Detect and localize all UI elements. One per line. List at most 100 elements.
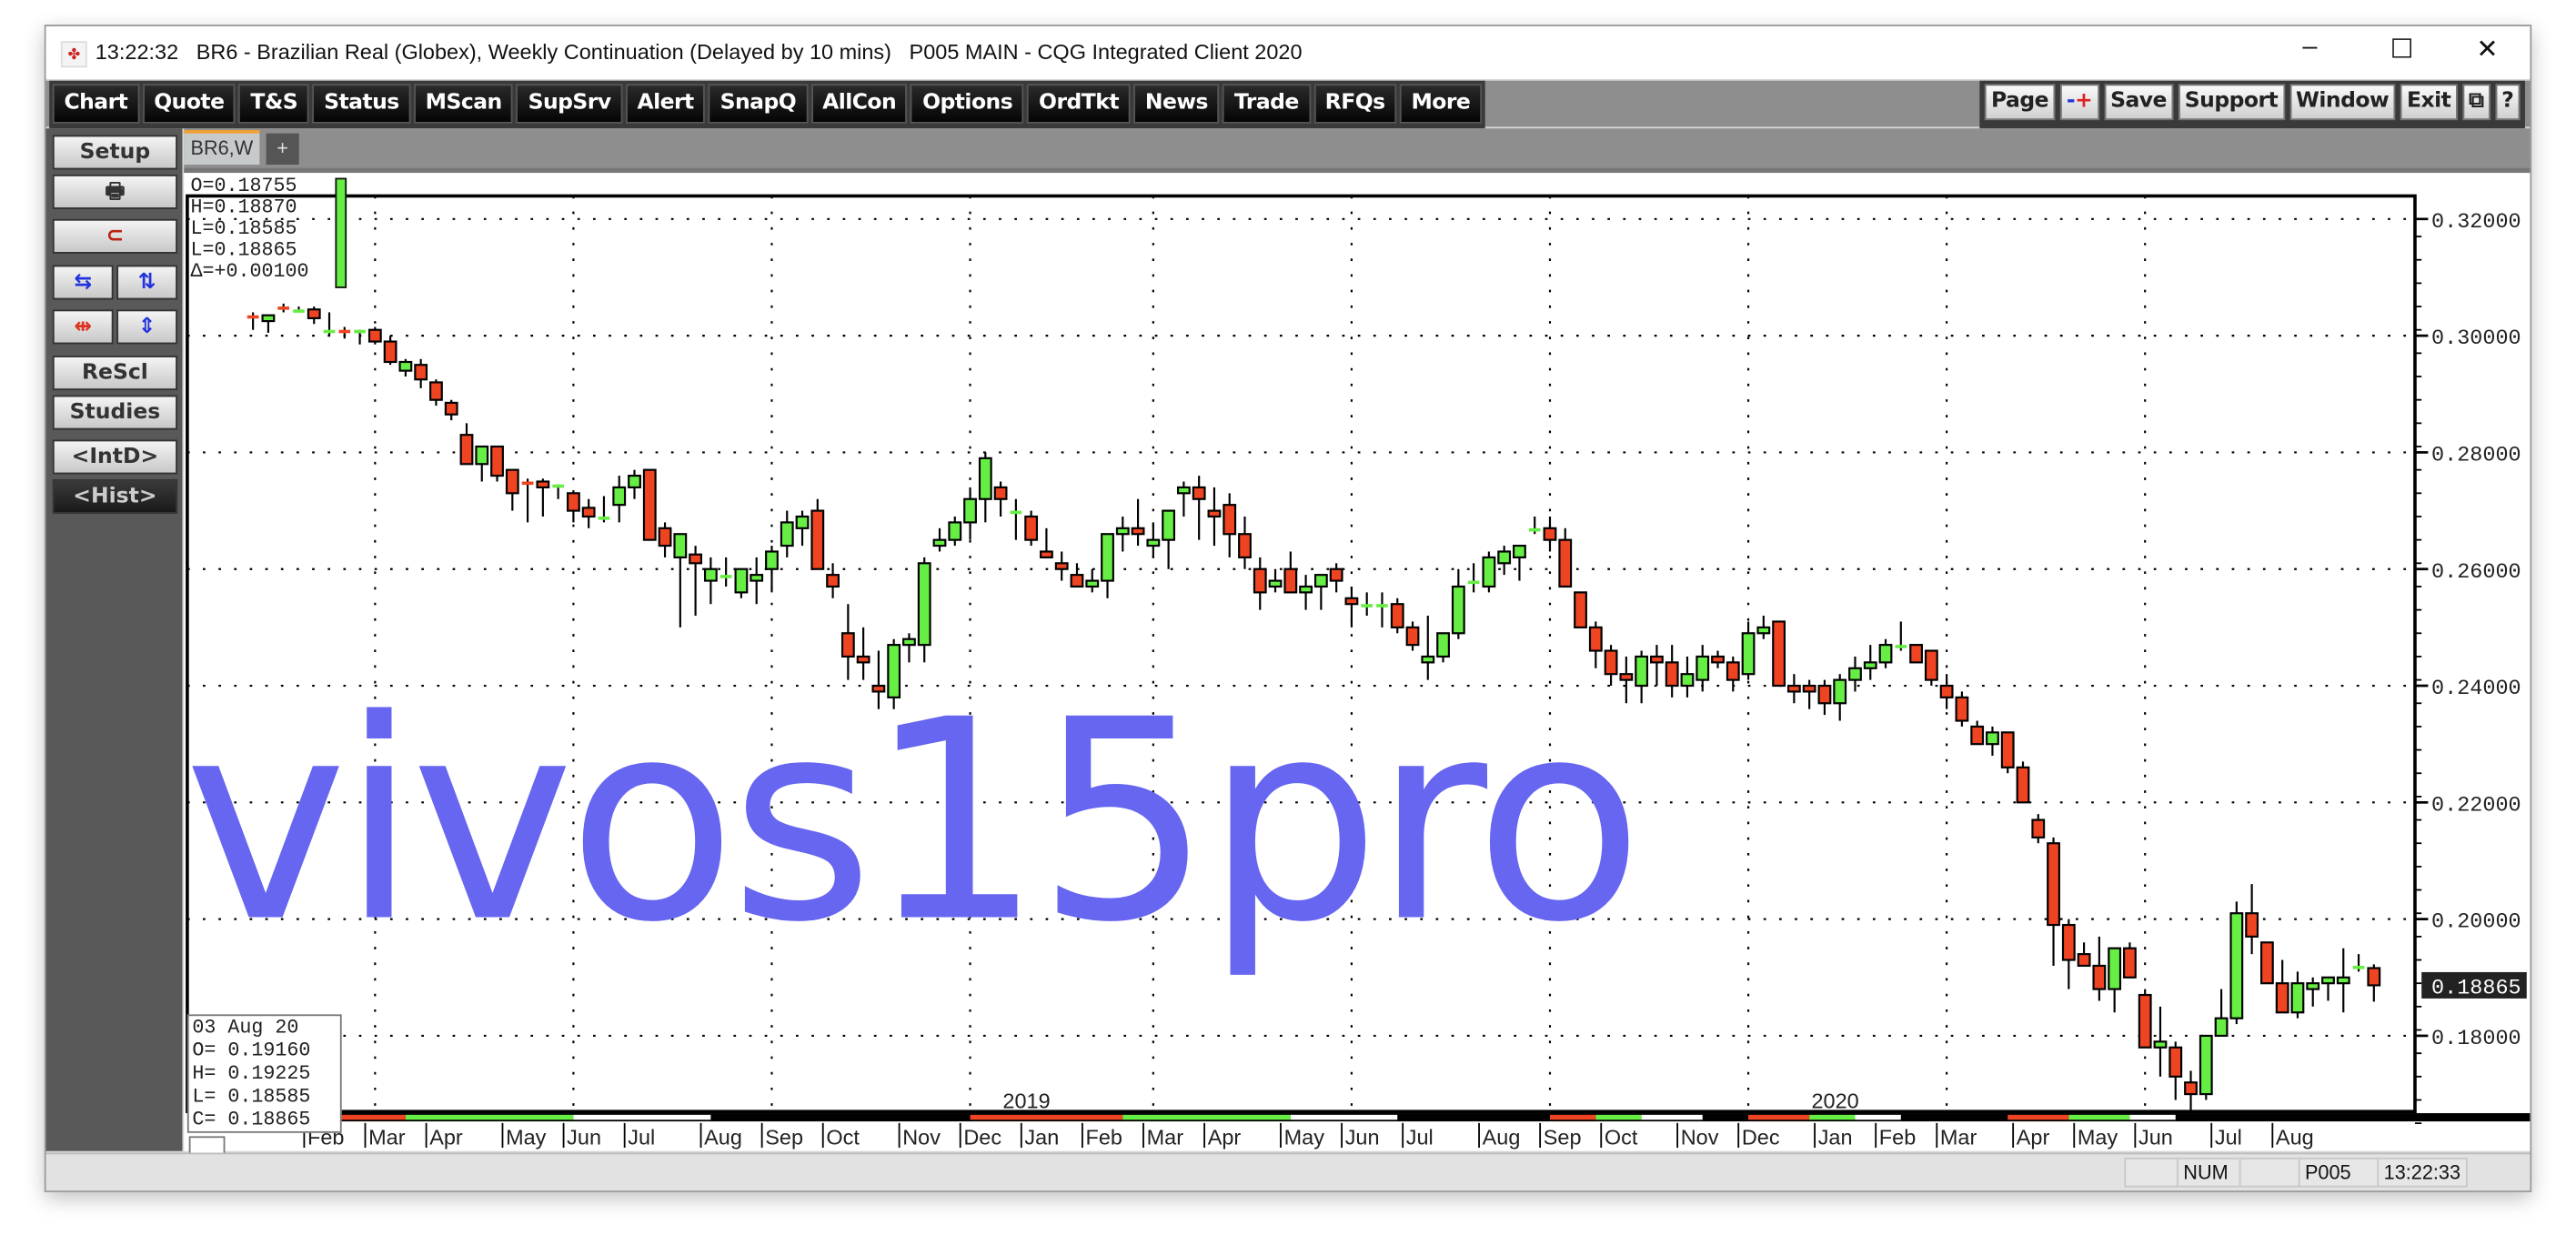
status-empty-1	[2124, 1157, 2179, 1188]
candle-body	[2336, 976, 2350, 985]
intraday-button[interactable]: <IntD>	[52, 439, 178, 475]
chart-area[interactable]: 0.32000 0.30000 0.28000 0.26000 0.24000 0.220…	[184, 173, 2531, 1173]
candle-body	[1207, 509, 1222, 518]
restore-button[interactable]: ⧉	[2461, 84, 2490, 121]
maximize-button[interactable]: ☐	[2369, 33, 2434, 65]
vertical-compress-button[interactable]: ⇕	[116, 309, 178, 345]
candle-body	[1711, 655, 1725, 664]
menu-supsrv-button[interactable]: SupSrv	[516, 84, 623, 124]
printer-icon: 🖶	[105, 179, 126, 205]
candle-body	[2367, 967, 2381, 987]
candle-body	[1146, 538, 1161, 547]
close-button[interactable]: ✕	[2454, 33, 2520, 65]
studies-button[interactable]: Studies	[52, 395, 178, 430]
status-empty-2	[2239, 1157, 2300, 1188]
cursor-low: L= 0.18585	[192, 1085, 311, 1109]
x-month-label: Apr	[429, 1125, 463, 1149]
menu-more-button[interactable]: More	[1399, 84, 1482, 124]
status-bar: NUM P005 13:22:33	[45, 1152, 2531, 1191]
candle-body	[2061, 923, 2076, 961]
menu-status-button[interactable]: Status	[312, 84, 411, 124]
candle-body	[1909, 644, 1923, 664]
candle-body	[1497, 550, 1512, 565]
candle-body	[1253, 567, 1267, 594]
exit-button[interactable]: Exit	[2400, 84, 2458, 121]
menu-alert-button[interactable]: Alert	[625, 84, 706, 124]
magnet-button[interactable]: ⊂	[52, 218, 178, 254]
menu-bar: Chart Quote T&S Status MScan SupSrv Alert SnapQ…	[45, 80, 2531, 129]
candlestick-chart[interactable]: 0.32000 0.30000 0.28000 0.26000 0.24000 0.220…	[184, 173, 2531, 1151]
x-axis-session-band	[1748, 1114, 1810, 1120]
vertical-swap-button[interactable]: ⇅	[116, 265, 178, 300]
horizontal-compress-button[interactable]: ⇹	[52, 309, 114, 345]
candle-body	[1482, 556, 1496, 588]
candle-body	[1726, 661, 1740, 681]
candle-body	[2245, 912, 2259, 938]
minimize-button[interactable]: –	[2277, 33, 2342, 63]
candle-body	[1421, 655, 1435, 664]
menu-news-button[interactable]: News	[1133, 84, 1220, 124]
x-axis-session-band	[1290, 1114, 1398, 1120]
candle-body	[703, 567, 718, 582]
x-month-label: Jun	[567, 1125, 601, 1149]
cursor-close: C= 0.18865	[192, 1108, 311, 1131]
menu-trade-button[interactable]: Trade	[1223, 84, 1311, 124]
candle-body	[307, 308, 321, 319]
candle-body	[948, 521, 962, 541]
candle-body	[1939, 684, 1954, 698]
print-button[interactable]: 🖶	[52, 174, 178, 209]
menu-ordtkt-button[interactable]: OrdTkt	[1027, 84, 1131, 124]
candle-body	[1802, 684, 1816, 693]
zoom-toggle-button[interactable]: -+	[2059, 84, 2099, 121]
x-month-label: Jul	[1406, 1125, 1434, 1149]
candle-body	[1268, 579, 1283, 588]
candle-body	[1467, 580, 1480, 585]
candle-body	[536, 480, 550, 489]
support-button[interactable]: Support	[2178, 84, 2285, 121]
candle-body	[1192, 486, 1206, 500]
title-bar: ✤ 13:22:32 BR6 - Brazilian Real (Globex)…	[45, 25, 2531, 79]
setup-button[interactable]: Setup	[52, 135, 178, 170]
candle-body	[261, 314, 276, 323]
historical-button[interactable]: <Hist>	[52, 478, 178, 514]
candle-body	[1115, 527, 1130, 536]
x-month-label: Apr	[1208, 1125, 1242, 1149]
x-axis-session-band	[1595, 1114, 1642, 1120]
candle-body	[1054, 562, 1069, 570]
add-tab-button[interactable]: +	[266, 133, 299, 166]
x-month-label: Mar	[368, 1125, 406, 1149]
candle-body	[719, 575, 732, 578]
tab-br6-weekly[interactable]: BR6,W	[184, 130, 260, 166]
candle-body	[1817, 684, 1832, 705]
menu-rfqs-button[interactable]: RFQs	[1313, 84, 1397, 124]
save-button[interactable]: Save	[2103, 84, 2174, 121]
menu-mscan-button[interactable]: MScan	[413, 84, 514, 124]
menu-options-button[interactable]: Options	[911, 84, 1024, 124]
menu-allcon-button[interactable]: AllCon	[810, 84, 908, 124]
candle-body	[1680, 673, 1695, 688]
candle-body	[1313, 574, 1328, 588]
horizontal-compress-icon: ⇹	[74, 314, 93, 340]
last-price-label: 0.18865	[2431, 976, 2521, 1000]
candle-body	[1283, 567, 1298, 594]
x-month-label: Nov	[902, 1125, 941, 1149]
y-tick-label: 0.22000	[2431, 793, 2521, 818]
candle-body	[277, 306, 290, 310]
window-button[interactable]: Window	[2289, 84, 2396, 121]
page-button[interactable]: Page	[1984, 84, 2056, 121]
x-month-label: Mar	[1940, 1125, 1977, 1149]
menu-quote-button[interactable]: Quote	[142, 84, 236, 124]
help-button[interactable]: ?	[2495, 84, 2521, 121]
menu-ts-button[interactable]: T&S	[238, 84, 309, 124]
candle-body	[1786, 684, 1801, 693]
menu-snapq-button[interactable]: SnapQ	[708, 84, 808, 124]
candle-body	[367, 328, 382, 343]
horizontal-swap-button[interactable]: ⇆	[52, 265, 114, 300]
candle-body	[1223, 504, 1237, 536]
quote-change: Δ=+0.00100	[190, 260, 309, 284]
rescale-button[interactable]: ReScl	[52, 356, 178, 391]
menu-chart-button[interactable]: Chart	[52, 84, 139, 124]
candle-body	[628, 474, 641, 489]
vertical-compress-icon: ⇕	[137, 314, 156, 340]
candle-body	[1543, 527, 1557, 541]
